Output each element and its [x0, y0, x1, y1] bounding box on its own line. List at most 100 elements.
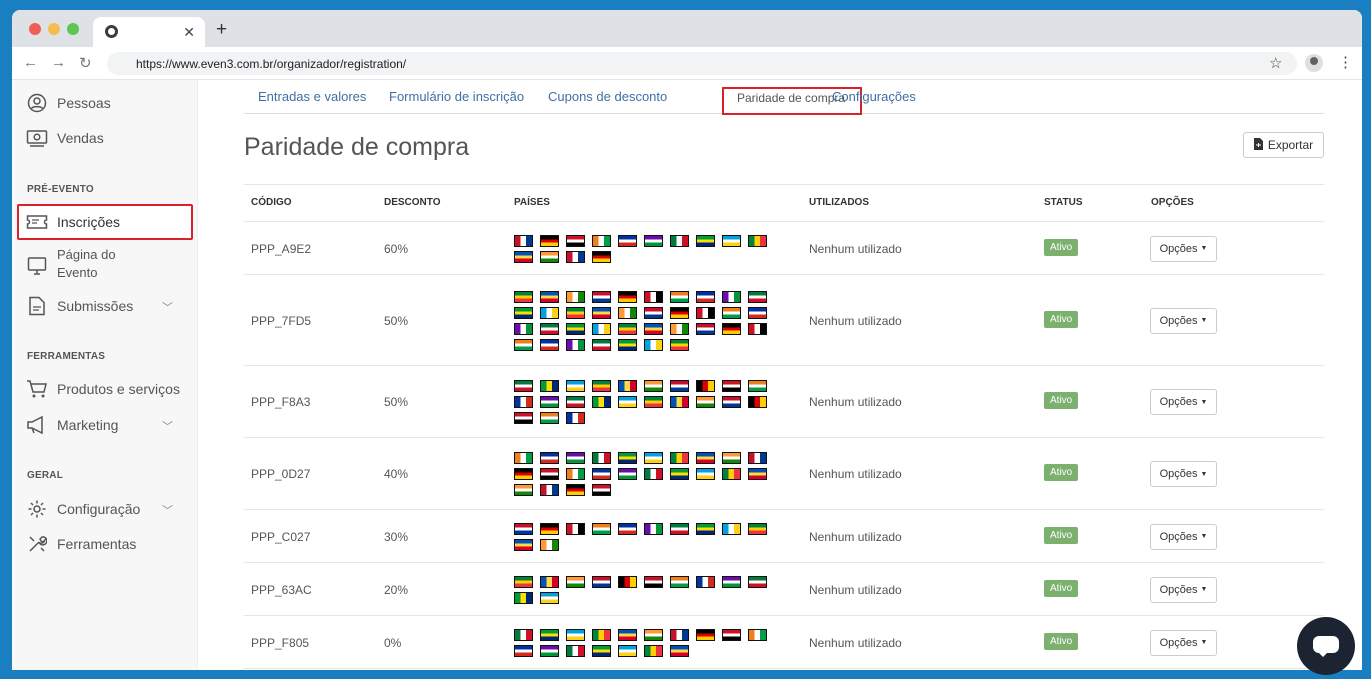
sidebar-item-pagina-evento[interactable]: Página do Evento — [26, 246, 116, 286]
options-dropdown-button[interactable]: Opções ▼ — [1150, 576, 1217, 603]
address-bar[interactable]: https://www.even3.com.br/organizador/reg… — [107, 52, 1297, 75]
tab-cupons-desconto[interactable]: Cupons de desconto — [548, 89, 667, 104]
reload-icon[interactable]: ↻ — [79, 54, 92, 72]
sidebar-item-label: Pessoas — [57, 95, 111, 111]
country-flag-icon — [670, 396, 689, 408]
back-icon[interactable]: ← — [23, 54, 38, 71]
country-flag-icon — [644, 380, 663, 392]
options-dropdown-button[interactable]: Opções ▼ — [1150, 389, 1217, 415]
options-dropdown-button[interactable]: Opções ▼ — [1150, 461, 1217, 487]
chat-button[interactable] — [1297, 617, 1355, 675]
country-flag-icon — [722, 396, 741, 408]
country-flag-icon — [618, 322, 637, 335]
country-flag-icon — [618, 396, 637, 408]
money-icon — [26, 128, 48, 148]
new-tab-icon[interactable]: + — [216, 19, 227, 41]
country-flag-icon — [722, 380, 741, 392]
close-window-button[interactable] — [29, 23, 41, 35]
country-flag-icon — [514, 522, 533, 535]
cell-code: PPP_F805 — [251, 635, 310, 650]
bookmark-star-icon[interactable]: ☆ — [1269, 54, 1282, 72]
sidebar-item-submissoes[interactable]: Submissões — [26, 293, 133, 319]
country-flag-icon — [748, 290, 767, 303]
sidebar-item-produtos[interactable]: Produtos e serviços — [26, 376, 180, 402]
country-flag-icon — [722, 522, 741, 535]
country-flag-icon — [540, 306, 559, 319]
monitor-icon — [26, 256, 48, 276]
options-label: Opções — [1159, 396, 1198, 408]
cell-used: Nenhum utilizado — [809, 529, 902, 544]
options-dropdown-button[interactable]: Opções ▼ — [1150, 307, 1217, 334]
country-flag-icon — [566, 412, 585, 424]
browser-tabbar: ✕ + — [12, 10, 1362, 47]
flags-list — [514, 290, 774, 351]
maximize-window-button[interactable] — [67, 23, 79, 35]
country-flag-icon — [618, 290, 637, 303]
country-flag-icon — [540, 538, 559, 551]
caret-down-icon: ▼ — [1200, 533, 1208, 540]
sidebar-item-vendas[interactable]: Vendas — [26, 125, 104, 151]
country-flag-icon — [514, 338, 533, 351]
country-flag-icon — [514, 250, 533, 263]
status-badge: Ativo — [1044, 310, 1079, 328]
table-row: PPP_0D27 40% Nenhum utilizado Ativo Opçõ… — [244, 438, 1324, 510]
country-flag-icon — [592, 290, 611, 303]
country-flag-icon — [644, 628, 663, 641]
sidebar-item-configuracao[interactable]: Configuração — [26, 496, 140, 522]
country-flag-icon — [514, 412, 533, 424]
country-flag-icon — [618, 306, 637, 319]
chevron-down-icon[interactable]: ﹀ — [162, 502, 173, 518]
close-tab-icon[interactable]: ✕ — [183, 24, 195, 41]
flags-list — [514, 452, 774, 496]
cell-code: PPP_7FD5 — [251, 313, 312, 328]
country-flag-icon — [644, 452, 663, 464]
tab-configuracoes[interactable]: Configurações — [832, 89, 916, 104]
export-button[interactable]: Exportar — [1243, 132, 1324, 158]
main-content: Entradas e valores Formulário de inscriç… — [199, 80, 1362, 670]
megaphone-icon — [26, 415, 48, 435]
sidebar-item-pessoas[interactable]: Pessoas — [26, 90, 111, 116]
table-row: PPP_63AC 20% Nenhum utilizado Ativo Opçõ… — [244, 563, 1324, 616]
minimize-window-button[interactable] — [48, 23, 60, 35]
menu-kebab-icon[interactable]: ⋮ — [1338, 53, 1353, 71]
table-row: PPP_A9E2 60% Nenhum utilizado Ativo Opçõ… — [244, 222, 1324, 275]
tab-formulario-inscricao[interactable]: Formulário de inscrição — [389, 89, 524, 104]
country-flag-icon — [644, 575, 663, 588]
country-flag-icon — [670, 452, 689, 464]
chevron-down-icon[interactable]: ﹀ — [162, 418, 173, 434]
table-body: PPP_A9E2 60% Nenhum utilizado Ativo Opçõ… — [244, 222, 1324, 669]
tab-entradas-valores[interactable]: Entradas e valores — [258, 89, 366, 104]
country-flag-icon — [670, 338, 689, 351]
sidebar-item-label: Página do Evento — [57, 246, 116, 282]
options-dropdown-button[interactable]: Opções ▼ — [1150, 235, 1217, 262]
country-flag-icon — [748, 234, 767, 247]
cell-discount: 40% — [384, 467, 409, 481]
profile-icon[interactable] — [1305, 54, 1323, 72]
country-flag-icon — [748, 468, 767, 480]
sidebar-item-inscricoes[interactable]: Inscrições — [26, 209, 120, 235]
country-flag-icon — [566, 575, 585, 588]
country-flag-icon — [592, 468, 611, 480]
country-flag-icon — [514, 290, 533, 303]
header-desconto: DESCONTO — [384, 197, 441, 208]
chat-bubble-icon — [1317, 651, 1329, 657]
country-flag-icon — [618, 644, 637, 657]
options-label: Opções — [1159, 314, 1198, 327]
chrome-icon — [105, 25, 118, 38]
options-dropdown-button[interactable]: Opções ▼ — [1150, 629, 1217, 656]
country-flag-icon — [540, 575, 559, 588]
section-label-geral: GERAL — [27, 470, 63, 481]
sidebar-item-label: Ferramentas — [57, 536, 137, 552]
forward-icon[interactable]: → — [51, 54, 66, 71]
sidebar-item-ferramentas[interactable]: Ferramentas — [26, 531, 136, 557]
country-flag-icon — [566, 250, 585, 263]
header-status: STATUS — [1044, 197, 1083, 208]
country-flag-icon — [748, 575, 767, 588]
options-dropdown-button[interactable]: Opções ▼ — [1150, 523, 1217, 550]
sidebar-item-marketing[interactable]: Marketing — [26, 412, 118, 438]
browser-tab[interactable]: ✕ — [93, 17, 205, 47]
options-label: Opções — [1159, 468, 1198, 480]
country-flag-icon — [696, 468, 715, 480]
chevron-down-icon[interactable]: ﹀ — [162, 299, 173, 315]
country-flag-icon — [618, 468, 637, 480]
